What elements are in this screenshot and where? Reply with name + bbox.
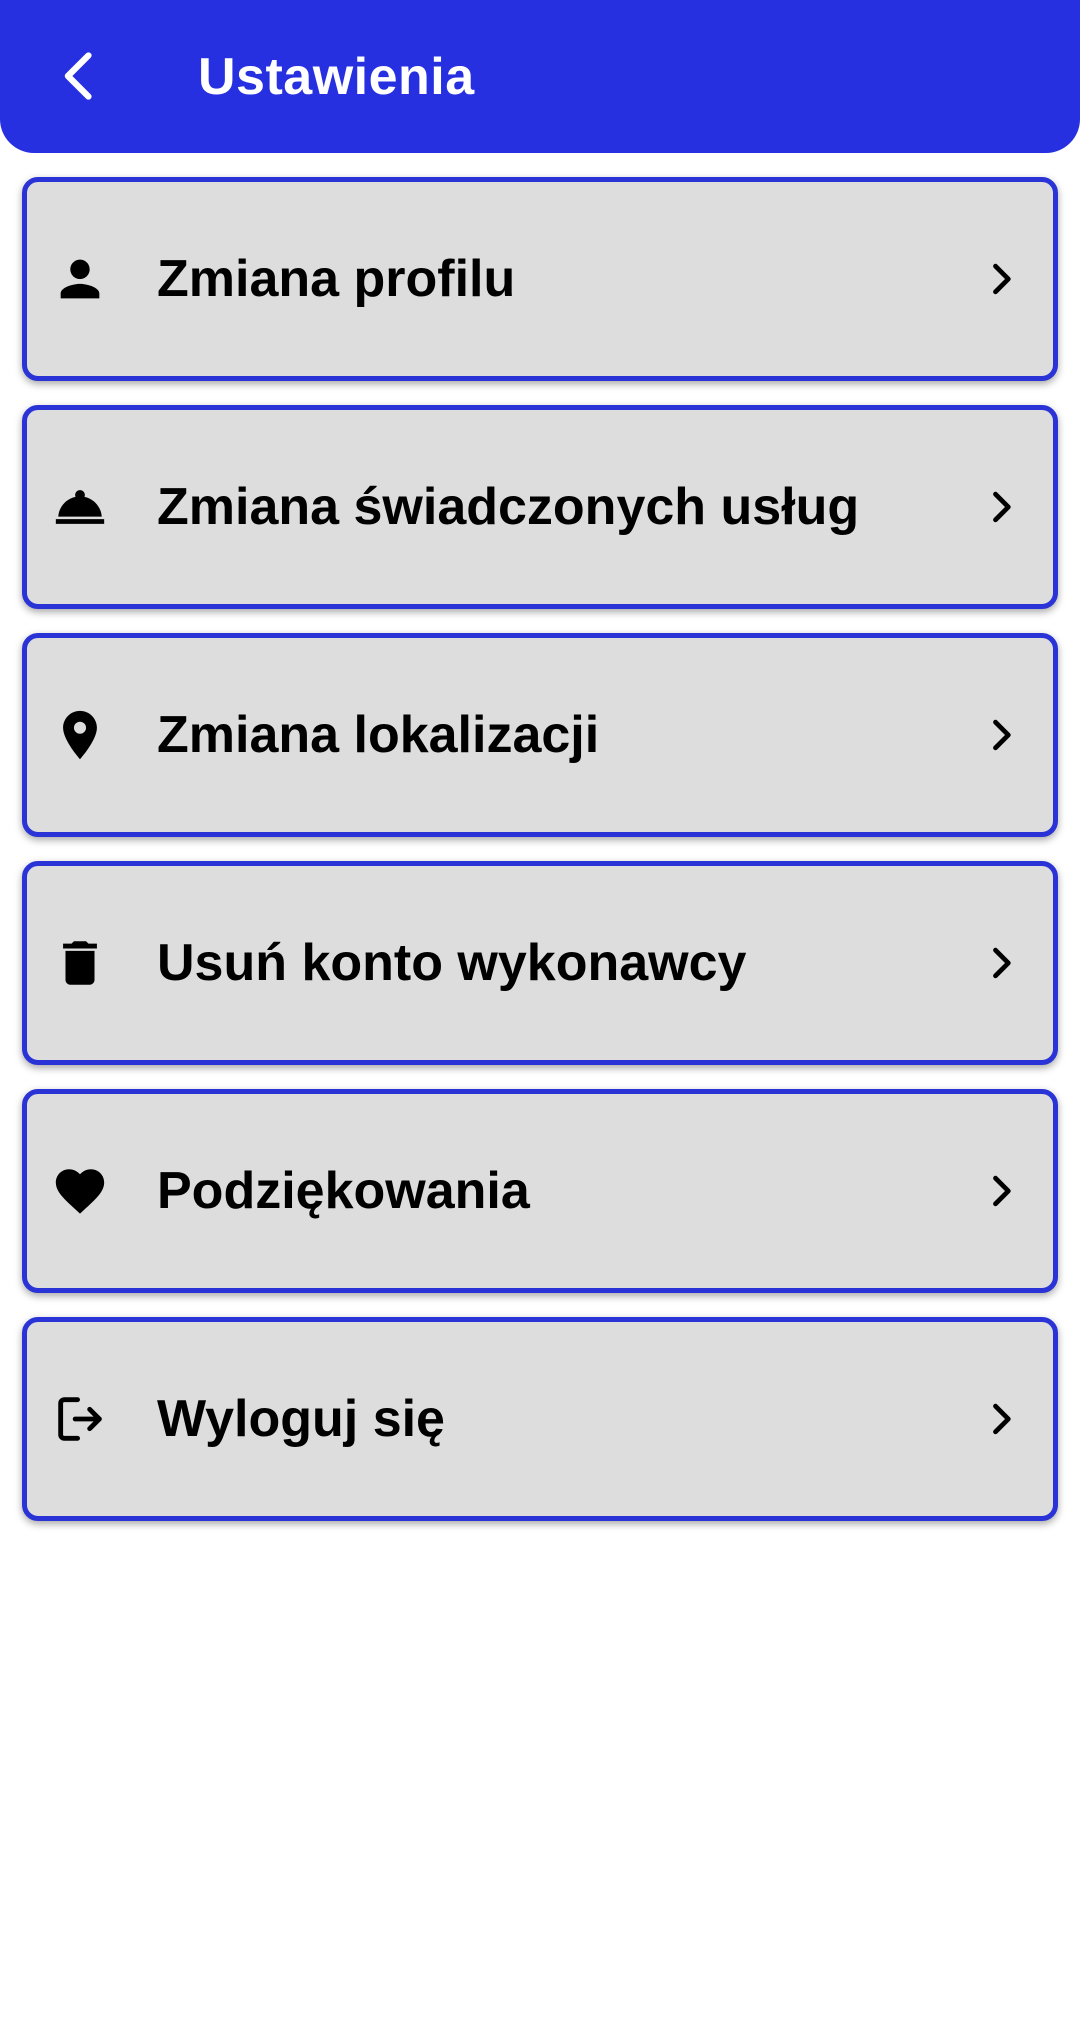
menu-item-change-services[interactable]: Zmiana świadczonych usług bbox=[22, 405, 1058, 609]
chevron-right-icon bbox=[979, 257, 1023, 301]
back-button[interactable] bbox=[40, 36, 120, 116]
chevron-right-icon bbox=[979, 1397, 1023, 1441]
menu-item-logout[interactable]: Wyloguj się bbox=[22, 1317, 1058, 1521]
arrow-back-icon bbox=[64, 52, 92, 100]
page-title: Ustawienia bbox=[198, 48, 475, 106]
menu-item-change-profile[interactable]: Zmiana profilu bbox=[22, 177, 1058, 381]
menu-item-label: Zmiana lokalizacji bbox=[157, 706, 600, 764]
menu-item-label: Wyloguj się bbox=[157, 1390, 445, 1448]
menu-item-label: Usuń konto wykonawcy bbox=[157, 934, 747, 992]
menu-item-delete-account[interactable]: Usuń konto wykonawcy bbox=[22, 861, 1058, 1065]
menu-item-change-location[interactable]: Zmiana lokalizacji bbox=[22, 633, 1058, 837]
app-bar: Ustawienia bbox=[0, 0, 1080, 153]
heart-icon bbox=[51, 1162, 109, 1220]
menu-item-label: Podziękowania bbox=[157, 1162, 530, 1220]
trash-icon bbox=[51, 934, 109, 992]
person-icon bbox=[51, 250, 109, 308]
menu-item-label: Zmiana świadczonych usług bbox=[157, 478, 860, 536]
location-pin-icon bbox=[51, 706, 109, 764]
logout-icon bbox=[51, 1390, 109, 1448]
settings-menu: Zmiana profilu Zmiana świadczonych usług… bbox=[22, 177, 1058, 1545]
menu-item-acknowledgements[interactable]: Podziękowania bbox=[22, 1089, 1058, 1293]
chevron-right-icon bbox=[979, 1169, 1023, 1213]
chevron-right-icon bbox=[979, 941, 1023, 985]
chevron-right-icon bbox=[979, 713, 1023, 757]
chevron-right-icon bbox=[979, 485, 1023, 529]
menu-item-label: Zmiana profilu bbox=[157, 250, 516, 308]
room-service-icon bbox=[51, 478, 109, 536]
